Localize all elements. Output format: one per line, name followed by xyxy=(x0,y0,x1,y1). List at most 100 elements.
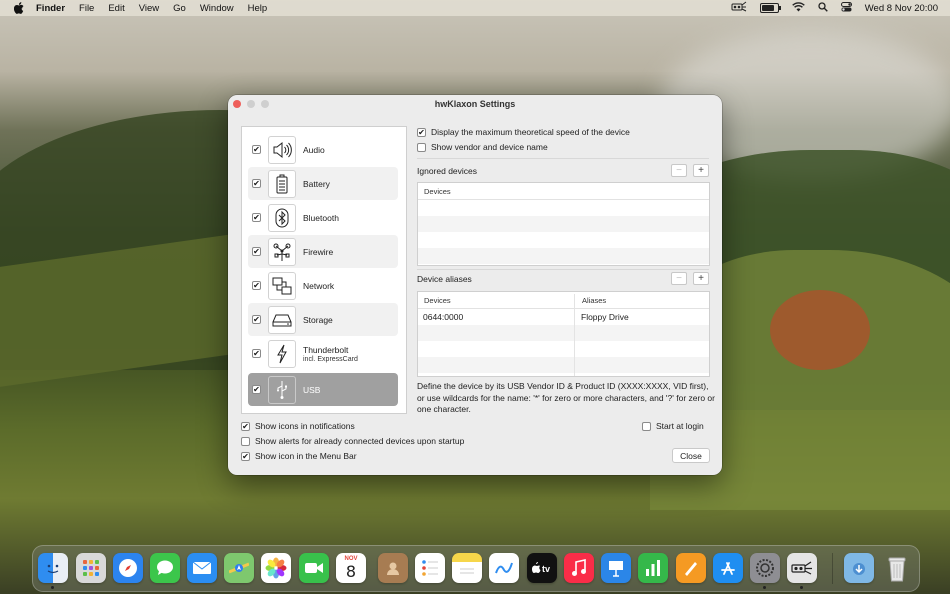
category-row-battery[interactable]: ✔ Battery xyxy=(248,167,398,200)
hwklaxon-menu-icon[interactable] xyxy=(731,1,747,15)
add-alias-button[interactable]: + xyxy=(693,272,709,285)
menu-go[interactable]: Go xyxy=(173,3,186,14)
category-label: Bluetooth xyxy=(303,212,339,223)
add-ignored-button[interactable]: + xyxy=(693,164,709,177)
calendar-dock-icon[interactable]: NOV 8 xyxy=(336,553,366,583)
app-store-dock-icon[interactable] xyxy=(713,553,743,583)
messages-dock-icon[interactable] xyxy=(150,553,180,583)
aliases-aliases-column-header[interactable]: Aliases xyxy=(576,296,606,305)
tv-dock-icon[interactable]: tv xyxy=(527,553,557,583)
contacts-dock-icon[interactable] xyxy=(378,553,408,583)
device-aliases-label: Device aliases xyxy=(417,274,472,284)
option-alerts-startup[interactable]: Show alerts for already connected device… xyxy=(241,436,464,446)
photos-dock-icon[interactable] xyxy=(261,553,291,583)
system-settings-dock-icon[interactable] xyxy=(750,553,780,583)
music-dock-icon[interactable] xyxy=(564,553,594,583)
separator xyxy=(417,269,709,270)
ignored-devices-column-header[interactable]: Devices xyxy=(418,187,451,196)
table-row[interactable]: 0644:0000 Floppy Drive xyxy=(418,309,709,325)
menu-help[interactable]: Help xyxy=(248,3,268,14)
settings-window: hwKlaxon Settings ✔ Audio ✔ Battery ✔ Bl… xyxy=(228,95,722,475)
svg-text:tv: tv xyxy=(542,564,550,574)
category-row-audio[interactable]: ✔ Audio xyxy=(248,133,398,166)
maps-dock-icon[interactable] xyxy=(224,553,254,583)
remove-alias-button[interactable]: − xyxy=(671,272,687,285)
numbers-dock-icon[interactable] xyxy=(638,553,668,583)
close-window-button[interactable] xyxy=(233,100,241,108)
option-max-speed[interactable]: ✔ Display the maximum theoretical speed … xyxy=(417,127,630,137)
category-checkbox-battery[interactable]: ✔ xyxy=(252,179,261,188)
battery-icon[interactable] xyxy=(759,3,781,13)
separator xyxy=(417,158,709,159)
reminders-dock-icon[interactable] xyxy=(415,553,445,583)
ignored-devices-table: Devices xyxy=(417,182,710,266)
alerts-startup-checkbox[interactable] xyxy=(241,436,250,446)
category-checkbox-thunderbolt[interactable]: ✔ xyxy=(252,349,261,358)
launchpad-dock-icon[interactable] xyxy=(76,553,106,583)
menubar-icon-checkbox[interactable]: ✔ xyxy=(241,451,250,461)
icons-notifications-label: Show icons in notifications xyxy=(255,421,355,431)
search-icon[interactable] xyxy=(818,1,828,15)
zoom-window-button[interactable] xyxy=(261,100,269,108)
category-row-storage[interactable]: ✔ Storage xyxy=(248,303,398,336)
category-checkbox-usb[interactable]: ✔ xyxy=(252,385,261,394)
freeform-dock-icon[interactable] xyxy=(489,553,519,583)
alias-help-text: Define the device by its USB Vendor ID &… xyxy=(417,381,715,414)
dock-separator xyxy=(832,553,833,584)
menu-file[interactable]: File xyxy=(79,3,94,14)
wifi-icon[interactable] xyxy=(791,1,805,15)
ignored-devices-label: Ignored devices xyxy=(417,166,478,176)
device-category-list: ✔ Audio ✔ Battery ✔ Bluetooth ✔ Firewire… xyxy=(241,126,407,414)
option-start-login[interactable]: Start at login xyxy=(642,421,704,431)
mail-dock-icon[interactable] xyxy=(187,553,217,583)
close-button[interactable]: Close xyxy=(672,448,710,463)
max-speed-checkbox[interactable]: ✔ xyxy=(417,127,426,137)
facetime-dock-icon[interactable] xyxy=(299,553,329,583)
table-row xyxy=(418,357,709,373)
bluetooth-icon xyxy=(268,203,296,232)
downloads-folder-dock-icon[interactable] xyxy=(844,553,874,583)
option-vendor-name[interactable]: Show vendor and device name xyxy=(417,142,548,152)
category-row-usb[interactable]: ✔ USB xyxy=(248,373,398,406)
menu-edit[interactable]: Edit xyxy=(108,3,124,14)
max-speed-label: Display the maximum theoretical speed of… xyxy=(431,127,630,137)
apple-menu-icon[interactable] xyxy=(12,1,26,15)
safari-dock-icon[interactable] xyxy=(113,553,143,583)
category-row-thunderbolt[interactable]: ✔ Thunderbolt incl. ExpressCard xyxy=(248,337,398,370)
vendor-name-checkbox[interactable] xyxy=(417,142,426,152)
start-login-label: Start at login xyxy=(656,421,704,431)
menu-window[interactable]: Window xyxy=(200,3,234,14)
category-row-network[interactable]: ✔ Network xyxy=(248,269,398,302)
hwklaxon-dock-icon[interactable] xyxy=(787,553,817,583)
table-row xyxy=(418,248,709,264)
finder-dock-icon[interactable] xyxy=(38,553,68,583)
keynote-dock-icon[interactable] xyxy=(601,553,631,583)
table-row xyxy=(418,325,709,341)
remove-ignored-button[interactable]: − xyxy=(671,164,687,177)
speaker-icon xyxy=(268,135,296,164)
window-titlebar[interactable]: hwKlaxon Settings xyxy=(228,95,722,113)
category-row-bluetooth[interactable]: ✔ Bluetooth xyxy=(248,201,398,234)
start-login-checkbox[interactable] xyxy=(642,421,651,431)
category-checkbox-audio[interactable]: ✔ xyxy=(252,145,261,154)
category-checkbox-firewire[interactable]: ✔ xyxy=(252,247,261,256)
trash-dock-icon[interactable] xyxy=(882,553,912,583)
menu-bar-clock[interactable]: Wed 8 Nov 20:00 xyxy=(865,3,938,14)
pages-dock-icon[interactable] xyxy=(676,553,706,583)
thunderbolt-icon xyxy=(268,339,296,368)
minimize-window-button[interactable] xyxy=(247,100,255,108)
category-checkbox-storage[interactable]: ✔ xyxy=(252,315,261,324)
alias-device-cell[interactable]: 0644:0000 xyxy=(418,312,576,322)
alias-name-cell[interactable]: Floppy Drive xyxy=(576,312,629,322)
icons-notifications-checkbox[interactable]: ✔ xyxy=(241,421,250,431)
option-menubar-icon[interactable]: ✔ Show icon in the Menu Bar xyxy=(241,451,357,461)
control-center-icon[interactable] xyxy=(840,1,852,15)
category-row-firewire[interactable]: ✔ Firewire xyxy=(248,235,398,268)
menu-view[interactable]: View xyxy=(139,3,159,14)
notes-dock-icon[interactable] xyxy=(452,553,482,583)
aliases-devices-column-header[interactable]: Devices xyxy=(418,296,576,305)
category-checkbox-bluetooth[interactable]: ✔ xyxy=(252,213,261,222)
category-checkbox-network[interactable]: ✔ xyxy=(252,281,261,290)
menu-app-name[interactable]: Finder xyxy=(36,3,65,14)
option-icons-notifications[interactable]: ✔ Show icons in notifications xyxy=(241,421,355,431)
